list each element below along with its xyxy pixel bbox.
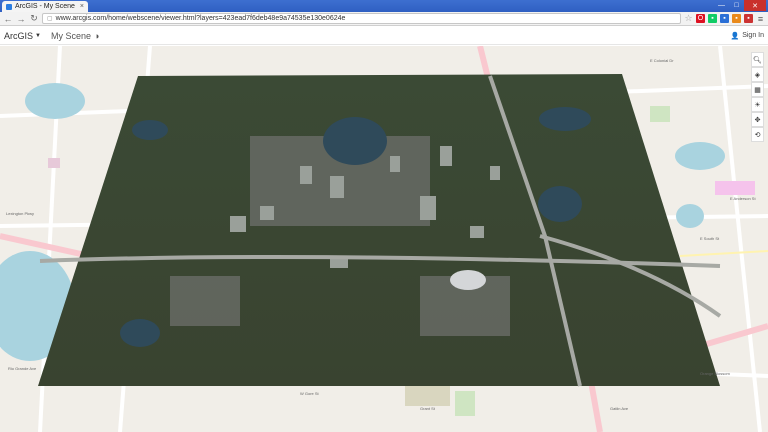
- browser-toolbar: ← → ↻ ▢ www.arcgis.com/home/webscene/vie…: [0, 12, 768, 26]
- minimize-button[interactable]: —: [714, 0, 729, 11]
- map-label: Orange Blossom: [700, 371, 730, 376]
- close-window-button[interactable]: ✕: [744, 0, 766, 11]
- scene-title[interactable]: My Scene ◑: [51, 31, 99, 41]
- map-label: Rio Grande Ave: [8, 366, 37, 371]
- map-label: Lexington Pkwy: [6, 211, 35, 216]
- scene-canvas[interactable]: [0, 46, 768, 432]
- map-label: E Colonial Dr: [650, 58, 674, 63]
- extension-blue-icon[interactable]: ▪: [720, 14, 729, 23]
- basemap-icon[interactable]: ▦: [751, 82, 764, 97]
- browser-tab[interactable]: ArcGIS - My Scene ×: [2, 1, 88, 12]
- maximize-button[interactable]: □: [729, 0, 744, 11]
- favicon-icon: [6, 3, 12, 10]
- browser-tab-bar: ArcGIS - My Scene × — □ ✕: [0, 0, 768, 12]
- map-label: E Anderson St: [730, 196, 756, 201]
- reload-icon[interactable]: ↻: [29, 13, 39, 24]
- extension-red-icon[interactable]: ▪: [744, 14, 753, 23]
- sign-in-button[interactable]: 👤 Sign In: [730, 32, 764, 40]
- map-label: W Gore St: [300, 391, 319, 396]
- sign-in-label: Sign In: [742, 32, 764, 39]
- back-arrow-icon[interactable]: ←: [3, 14, 13, 24]
- layers-icon[interactable]: ◈: [751, 67, 764, 82]
- scene-title-label: My Scene: [50, 30, 91, 41]
- tab-title: ArcGIS - My Scene: [15, 3, 75, 10]
- window-controls: — □ ✕: [714, 0, 766, 12]
- opera-extension-icon[interactable]: O: [696, 14, 705, 23]
- map-label: Gatlin Ave: [610, 406, 629, 411]
- star-icon[interactable]: ☆: [684, 13, 693, 23]
- arcgis-menu[interactable]: ArcGIS ▼: [4, 31, 41, 41]
- scene-toolbar: 🔍︎ ◈ ▦ ☀ ✥ ⟲: [751, 52, 764, 142]
- scene-view[interactable]: Lexington Pkwy Rio Grande Ave E Anderson…: [0, 46, 768, 432]
- scene-settings-icon[interactable]: ◑: [94, 31, 99, 41]
- extension-icons: ☆ O ▪ ▪ ▪ ▪ ≡: [684, 13, 765, 24]
- user-icon: 👤: [730, 32, 740, 40]
- search-icon[interactable]: 🔍︎: [751, 52, 764, 67]
- pan-icon[interactable]: ✥: [751, 112, 764, 127]
- map-label: Grant St: [420, 406, 435, 411]
- page-info-icon[interactable]: ▢: [47, 15, 53, 22]
- forward-arrow-icon[interactable]: →: [16, 14, 26, 24]
- brand-label: ArcGIS: [4, 30, 34, 41]
- daylight-icon[interactable]: ☀: [751, 97, 764, 112]
- extension-orange-icon[interactable]: ▪: [732, 14, 741, 23]
- address-bar[interactable]: ▢ www.arcgis.com/home/webscene/viewer.ht…: [42, 13, 681, 24]
- caret-down-icon: ▼: [35, 32, 41, 39]
- url-text: www.arcgis.com/home/webscene/viewer.html…: [55, 15, 346, 22]
- menu-icon[interactable]: ≡: [756, 14, 765, 24]
- arcgis-header: ArcGIS ▼ My Scene ◑ 👤 Sign In: [0, 27, 768, 45]
- rotate-icon[interactable]: ⟲: [751, 127, 764, 142]
- tab-close-icon[interactable]: ×: [80, 3, 84, 10]
- map-label: E South St: [700, 236, 720, 241]
- extension-green-icon[interactable]: ▪: [708, 14, 717, 23]
